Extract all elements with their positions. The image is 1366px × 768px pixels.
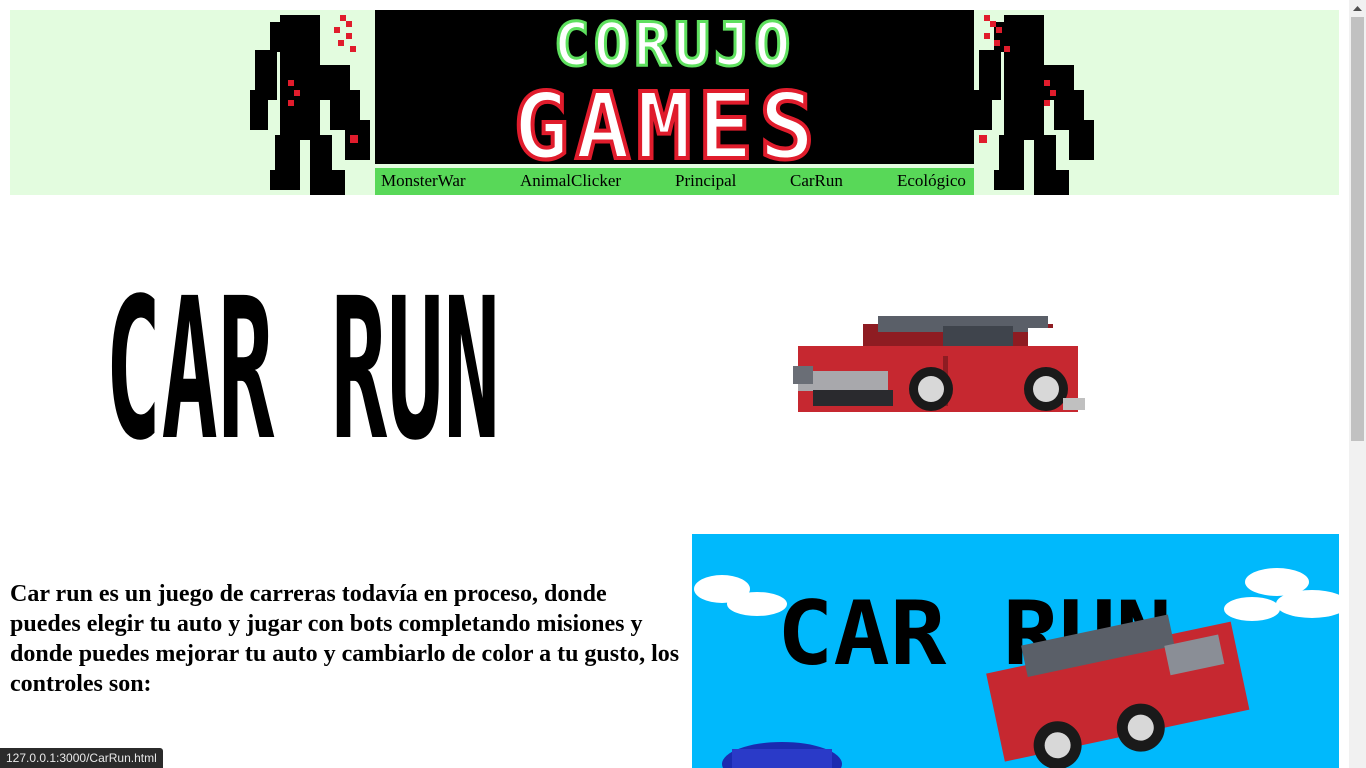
logo-line1: CORUJO bbox=[554, 10, 795, 80]
red-car-image bbox=[793, 316, 1085, 412]
monster-left-image bbox=[250, 15, 370, 195]
game-screenshot: CAR RUN bbox=[692, 534, 1339, 768]
nav-link-carrun[interactable]: CarRun bbox=[790, 171, 843, 191]
nav-link-principal[interactable]: Principal bbox=[675, 171, 736, 191]
page-scrollbar[interactable] bbox=[1349, 0, 1366, 768]
game-description: Car run es un juego de carreras todavía … bbox=[10, 581, 680, 697]
nav-link-monsterwar[interactable]: MonsterWar bbox=[381, 171, 466, 191]
scrollbar-thumb[interactable] bbox=[1351, 17, 1364, 441]
site-logo[interactable]: CORUJO GAMES bbox=[375, 10, 974, 164]
nav-link-animalclicker[interactable]: AnimalClicker bbox=[520, 171, 621, 191]
car-run-title-image: CAR RUN bbox=[105, 282, 500, 442]
scroll-up-arrow-icon[interactable] bbox=[1349, 0, 1366, 17]
main-nav: MonsterWar AnimalClicker Principal CarRu… bbox=[375, 168, 974, 195]
page: CORUJO GAMES MonsterWar AnimalClicker Pr… bbox=[0, 0, 1349, 768]
status-bar-url: 127.0.0.1:3000/CarRun.html bbox=[0, 748, 163, 768]
logo-line2: GAMES bbox=[514, 73, 821, 164]
car-run-title-text: CAR RUN bbox=[105, 282, 500, 442]
nav-link-ecologico[interactable]: Ecológico bbox=[897, 171, 966, 191]
monster-right-image bbox=[974, 15, 1094, 195]
